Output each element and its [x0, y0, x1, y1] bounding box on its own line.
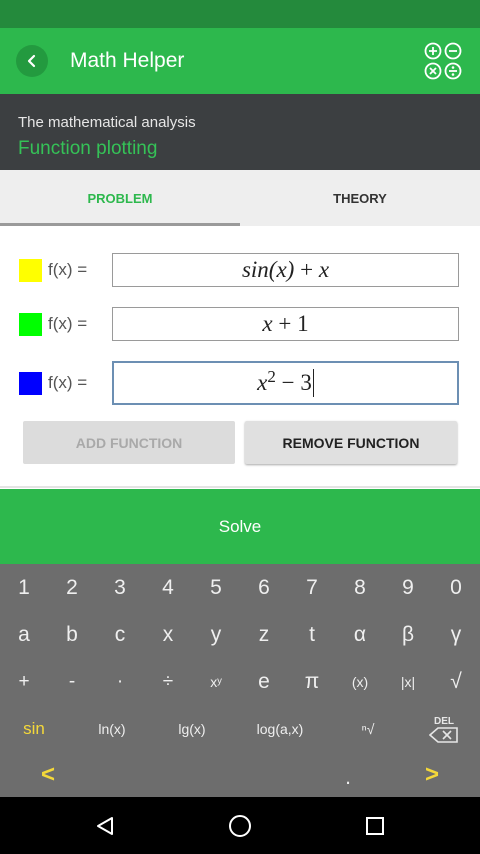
key-abs[interactable]: |x|: [384, 659, 432, 705]
expr-part: +: [294, 257, 319, 282]
key-gamma[interactable]: γ: [432, 612, 480, 658]
keyboard-row: a b c x y z t α β γ: [0, 612, 480, 658]
tab-problem[interactable]: PROBLEM: [0, 170, 240, 226]
expr-part: + 1: [272, 311, 309, 336]
backspace-icon: [429, 726, 458, 743]
function-input[interactable]: x + 1: [112, 307, 459, 341]
key-t[interactable]: t: [288, 612, 336, 658]
keyboard-row: sin ln(x) lg(x) log(a,x) ⁿ√ DEL: [0, 706, 480, 752]
back-button[interactable]: [16, 45, 48, 77]
chevron-left-icon: [27, 54, 36, 68]
key-minus[interactable]: -: [48, 659, 96, 705]
cursor-left-key[interactable]: <: [24, 752, 72, 798]
solve-button[interactable]: Solve: [0, 489, 480, 564]
header-subtitle: The mathematical analysis: [18, 114, 196, 131]
add-function-button[interactable]: ADD FUNCTION: [23, 421, 235, 464]
function-input-active[interactable]: x2 − 3: [112, 361, 459, 405]
expr-exponent: 2: [267, 367, 276, 386]
key-z[interactable]: z: [240, 612, 288, 658]
math-keyboard: 1 2 3 4 5 6 7 8 9 0 a b c x y z t α β γ …: [0, 564, 480, 797]
color-swatch[interactable]: [19, 312, 42, 336]
keyboard-row: + - · ÷ xʸ e π (x) |x| √: [0, 659, 480, 705]
function-row: f(x) = x2 − 3: [0, 360, 480, 406]
key-9[interactable]: 9: [384, 565, 432, 611]
page-header: The mathematical analysis Function plott…: [0, 94, 480, 170]
key-5[interactable]: 5: [192, 565, 240, 611]
function-label: f(x) =: [48, 314, 88, 333]
key-sin[interactable]: sin: [10, 706, 58, 752]
function-row: f(x) = sin(x) + x: [0, 248, 480, 292]
function-label: f(x) =: [48, 260, 88, 279]
function-label: f(x) =: [48, 373, 88, 392]
key-beta[interactable]: β: [384, 612, 432, 658]
keyboard-row: < . >: [0, 752, 480, 798]
key-lg[interactable]: lg(x): [152, 706, 232, 752]
key-8[interactable]: 8: [336, 565, 384, 611]
remove-function-button[interactable]: REMOVE FUNCTION: [245, 421, 457, 464]
key-x[interactable]: x: [144, 612, 192, 658]
expr-part: − 3: [275, 370, 312, 395]
app-title: Math Helper: [70, 49, 185, 72]
navigation-bar: [0, 797, 480, 854]
key-1[interactable]: 1: [0, 565, 48, 611]
tab-theory[interactable]: THEORY: [240, 170, 480, 226]
key-multiply[interactable]: ·: [96, 659, 144, 705]
nav-home-button[interactable]: [225, 811, 255, 841]
text-cursor: [312, 369, 314, 397]
key-b[interactable]: b: [48, 612, 96, 658]
nav-recents-button[interactable]: [360, 811, 390, 841]
color-swatch[interactable]: [19, 371, 42, 395]
key-c[interactable]: c: [96, 612, 144, 658]
app-bar: Math Helper: [0, 28, 480, 94]
key-sqrt[interactable]: √: [432, 659, 480, 705]
color-swatch[interactable]: [19, 258, 42, 282]
home-circle-icon: [229, 815, 251, 837]
expr-part: x: [257, 370, 268, 395]
back-triangle-icon: [97, 817, 113, 835]
tab-bar: PROBLEM THEORY: [0, 170, 480, 226]
cursor-right-key[interactable]: >: [408, 752, 456, 798]
expr-part: x: [262, 311, 273, 336]
key-e[interactable]: e: [240, 659, 288, 705]
expr-part: sin(x): [241, 257, 295, 282]
key-nth-root[interactable]: ⁿ√: [344, 706, 392, 752]
math-operations-icon[interactable]: [424, 42, 462, 80]
key-plus[interactable]: +: [0, 659, 48, 705]
key-log[interactable]: log(a,x): [240, 706, 320, 752]
function-row: f(x) = x + 1: [0, 302, 480, 346]
key-6[interactable]: 6: [240, 565, 288, 611]
delete-label: DEL: [434, 715, 454, 727]
delete-key[interactable]: DEL: [420, 706, 468, 752]
key-4[interactable]: 4: [144, 565, 192, 611]
function-input[interactable]: sin(x) + x: [112, 253, 459, 287]
key-ln[interactable]: ln(x): [72, 706, 152, 752]
key-y[interactable]: y: [192, 612, 240, 658]
divider: [0, 486, 480, 488]
key-alpha[interactable]: α: [336, 612, 384, 658]
key-divide[interactable]: ÷: [144, 659, 192, 705]
key-a[interactable]: a: [0, 612, 48, 658]
recents-square-icon: [366, 817, 384, 835]
keyboard-row: 1 2 3 4 5 6 7 8 9 0: [0, 565, 480, 611]
nav-back-button[interactable]: [90, 811, 120, 841]
key-decimal[interactable]: .: [324, 752, 372, 798]
key-power[interactable]: xʸ: [192, 659, 240, 705]
key-2[interactable]: 2: [48, 565, 96, 611]
key-parentheses[interactable]: (x): [336, 659, 384, 705]
expr-part: x: [318, 257, 330, 282]
key-7[interactable]: 7: [288, 565, 336, 611]
header-title: Function plotting: [18, 138, 158, 159]
key-0[interactable]: 0: [432, 565, 480, 611]
key-pi[interactable]: π: [288, 659, 336, 705]
key-3[interactable]: 3: [96, 565, 144, 611]
status-bar: [0, 0, 480, 28]
